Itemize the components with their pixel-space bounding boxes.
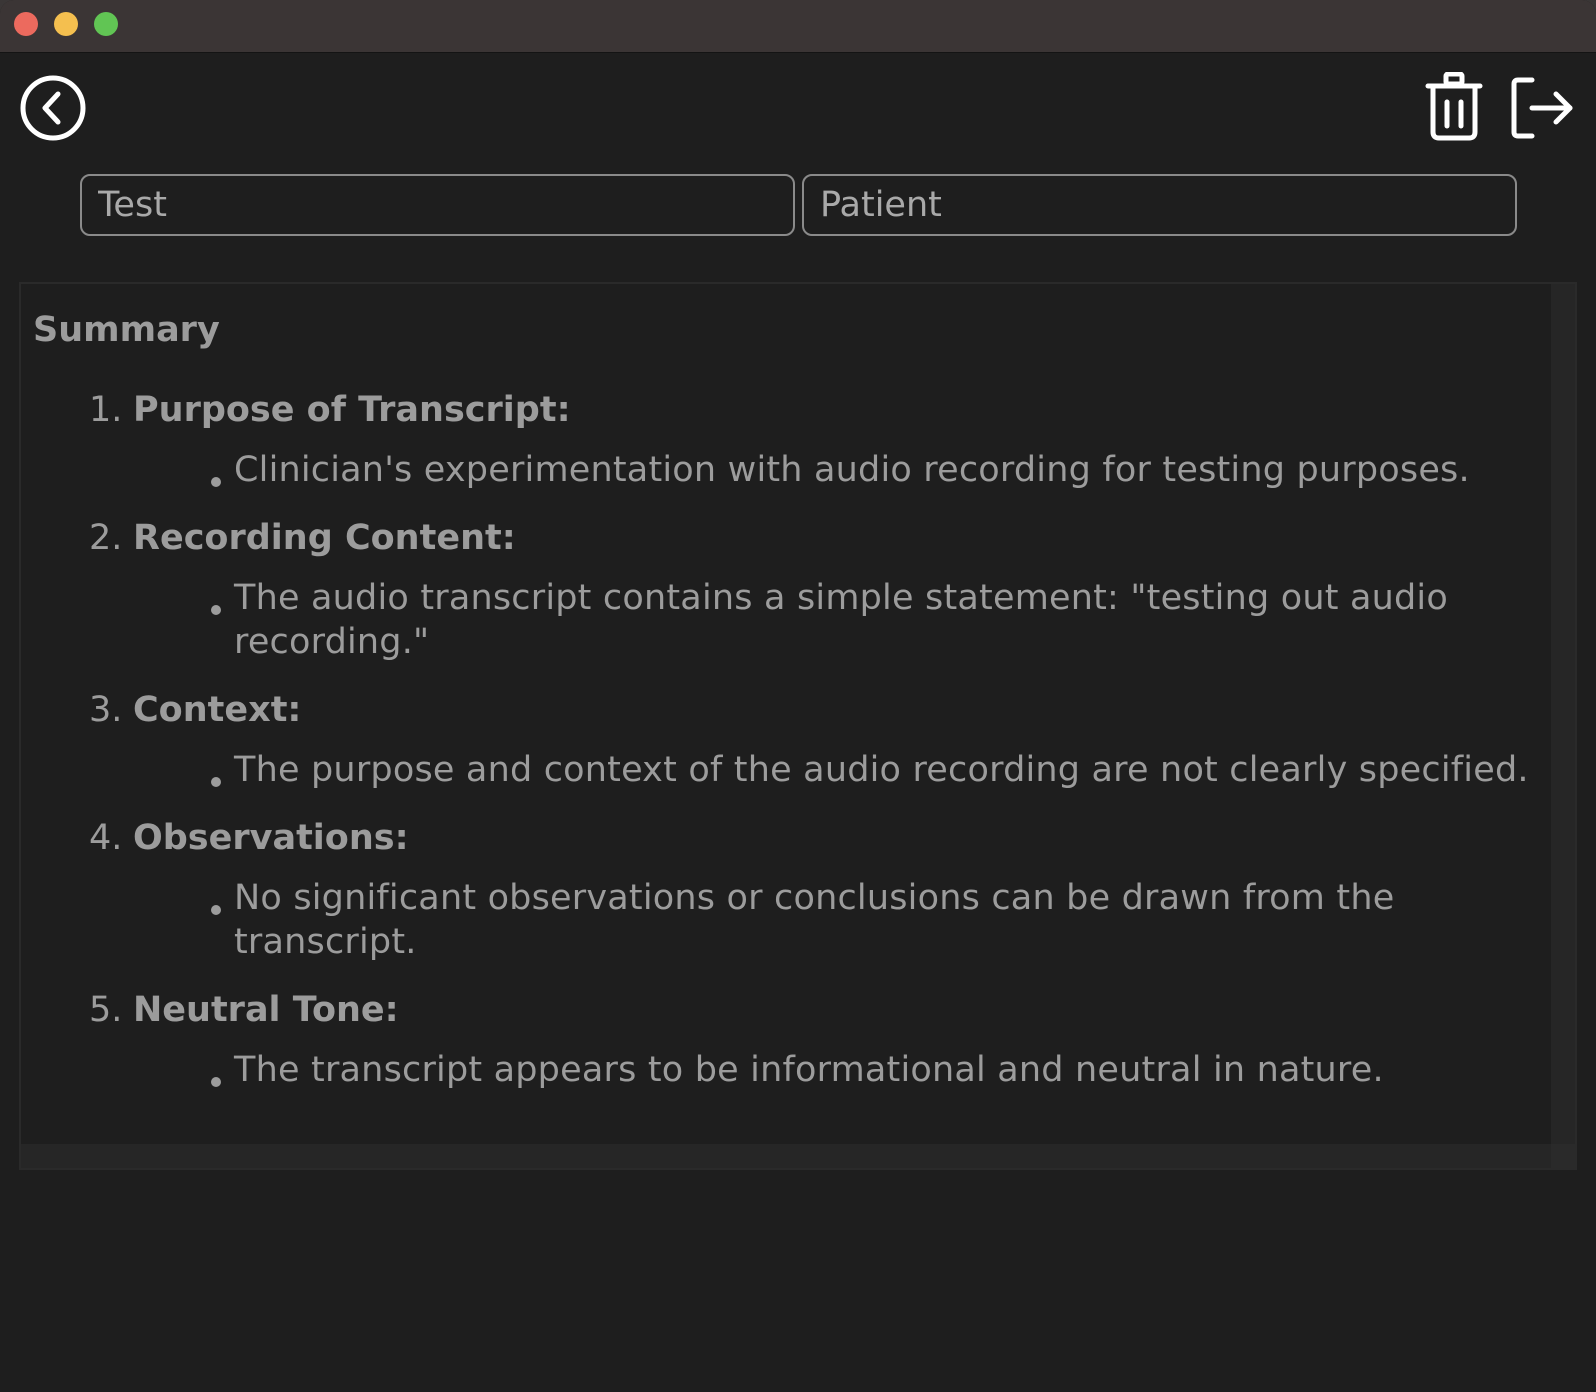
minimize-window-button[interactable] (54, 12, 78, 36)
list-item-number: 5. (89, 990, 123, 1030)
list-item-number: 1. (89, 390, 123, 430)
close-window-button[interactable] (14, 12, 38, 36)
bullet-icon (211, 605, 221, 615)
vertical-scrollbar[interactable] (1551, 284, 1575, 1144)
summary-content: Summary 1. Purpose of Transcript: Clinic… (21, 284, 1551, 1144)
bullet-icon (211, 477, 221, 487)
patient-field[interactable] (802, 174, 1517, 236)
list-item-bullet: The purpose and context of the audio rec… (234, 750, 1529, 790)
list-item-bullet: The transcript appears to be information… (234, 1050, 1384, 1090)
chevron-left-circle-icon (20, 75, 86, 141)
test-field[interactable] (80, 174, 795, 236)
summary-panel[interactable]: Summary 1. Purpose of Transcript: Clinic… (19, 282, 1577, 1170)
back-button[interactable] (20, 74, 88, 142)
title-bar (0, 0, 1596, 53)
list-item-number: 2. (89, 518, 123, 558)
logout-icon (1511, 77, 1573, 139)
app-window: Summary 1. Purpose of Transcript: Clinic… (0, 0, 1596, 1392)
list-item-title: Context: (133, 690, 302, 730)
list-item-number: 4. (89, 818, 123, 858)
bullet-icon (211, 1077, 221, 1087)
trash-icon (1425, 71, 1483, 141)
list-item-number: 3. (89, 690, 123, 730)
summary-heading: Summary (33, 310, 220, 350)
delete-button[interactable] (1425, 71, 1485, 142)
list-item-title: Neutral Tone: (133, 990, 399, 1030)
list-item-bullet: Clinician's experimentation with audio r… (234, 450, 1470, 490)
list-item-title: Purpose of Transcript: (133, 390, 571, 430)
horizontal-scrollbar[interactable] (21, 1144, 1551, 1168)
scrollbar-corner (1551, 1144, 1575, 1168)
list-item-title: Observations: (133, 818, 409, 858)
list-item-bullet: The audio transcript contains a simple s… (234, 578, 1448, 662)
list-item-title: Recording Content: (133, 518, 516, 558)
bullet-icon (211, 777, 221, 787)
bullet-icon (211, 905, 221, 915)
list-item-bullet: No significant observations or conclusio… (234, 878, 1395, 962)
maximize-window-button[interactable] (94, 12, 118, 36)
logout-button[interactable] (1510, 76, 1576, 140)
